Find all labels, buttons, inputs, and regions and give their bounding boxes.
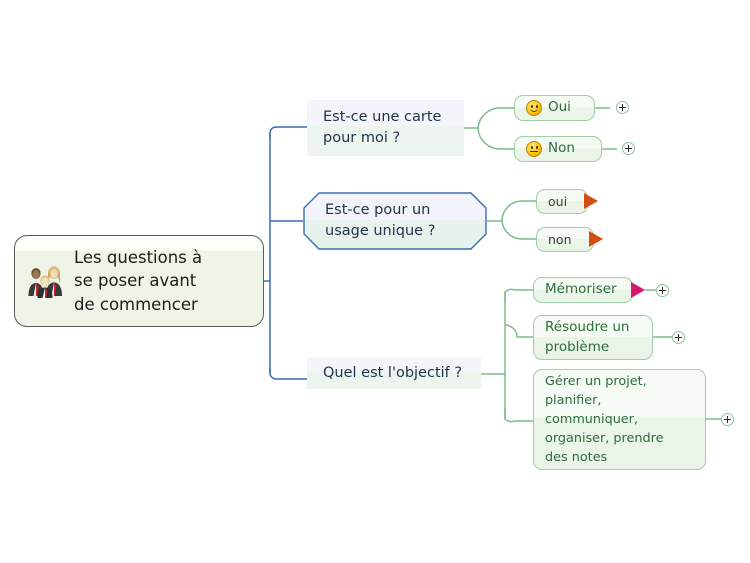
trunk-to-objectif	[269, 368, 307, 380]
node-oui-usage-label: oui	[548, 193, 568, 209]
expand-plus-resoudre-probleme[interactable]	[672, 331, 685, 344]
expand-plus-gerer-un-projet[interactable]	[721, 413, 734, 426]
root-label: Les questions à se poser avant de commen…	[74, 247, 203, 314]
wire-usage-oui	[501, 200, 536, 222]
trunk-to-carte	[269, 126, 307, 138]
expand-plus-memoriser[interactable]	[656, 284, 669, 297]
node-quel-est-objectif-label: Quel est l'objectif ?	[323, 364, 463, 381]
wire-objectif-gerer	[504, 409, 533, 423]
node-non-carte[interactable]: Non	[514, 136, 602, 162]
node-resoudre-probleme[interactable]: Résoudre un problème	[533, 315, 653, 360]
node-non-usage-label: non	[548, 231, 572, 247]
root-node[interactable]: Les questions à se poser avant de commen…	[14, 235, 264, 327]
node-est-ce-une-carte-label: Est-ce une carte pour moi ?	[323, 109, 442, 146]
mindmap-canvas: Les questions à se poser avant de commen…	[0, 0, 750, 563]
node-oui-usage[interactable]: oui	[536, 189, 588, 214]
node-oui-carte[interactable]: Oui	[514, 95, 595, 121]
node-non-carte-label: Non	[548, 140, 575, 157]
node-oui-carte-label: Oui	[548, 99, 571, 116]
node-quel-est-objectif[interactable]: Quel est l'objectif ?	[307, 357, 481, 389]
node-gerer-un-projet[interactable]: Gérer un projet, planifier, communiquer,…	[533, 369, 706, 470]
expand-plus-oui-carte[interactable]	[616, 101, 629, 114]
node-memoriser[interactable]: Mémoriser	[533, 277, 633, 303]
node-resoudre-probleme-label: Résoudre un problème	[545, 319, 630, 355]
node-memoriser-label: Mémoriser	[545, 281, 617, 298]
smiley-neutral-icon	[526, 141, 542, 157]
wire-carte-non	[477, 127, 514, 150]
wire-carte-oui	[477, 107, 514, 129]
node-est-ce-usage-unique-label: Est-ce pour un usage unique ?	[325, 202, 436, 239]
wire-usage-non	[501, 220, 536, 240]
node-est-ce-une-carte[interactable]: Est-ce une carte pour moi ?	[307, 100, 464, 156]
node-est-ce-usage-unique[interactable]: Est-ce pour un usage unique ?	[303, 192, 487, 250]
node-gerer-un-projet-label: Gérer un projet, planifier, communiquer,…	[545, 373, 664, 466]
expand-plus-non-carte[interactable]	[622, 142, 635, 155]
people-group-icon	[25, 263, 65, 299]
wire-objectif-resoudre	[504, 324, 533, 338]
node-non-usage[interactable]: non	[536, 227, 594, 252]
arrow-marker-memoriser	[631, 282, 645, 298]
arrow-marker-non-usage	[589, 231, 603, 247]
arrow-marker-oui-usage	[584, 193, 598, 209]
wire-objectif-memoriser	[504, 288, 533, 302]
smiley-happy-icon	[526, 100, 542, 116]
